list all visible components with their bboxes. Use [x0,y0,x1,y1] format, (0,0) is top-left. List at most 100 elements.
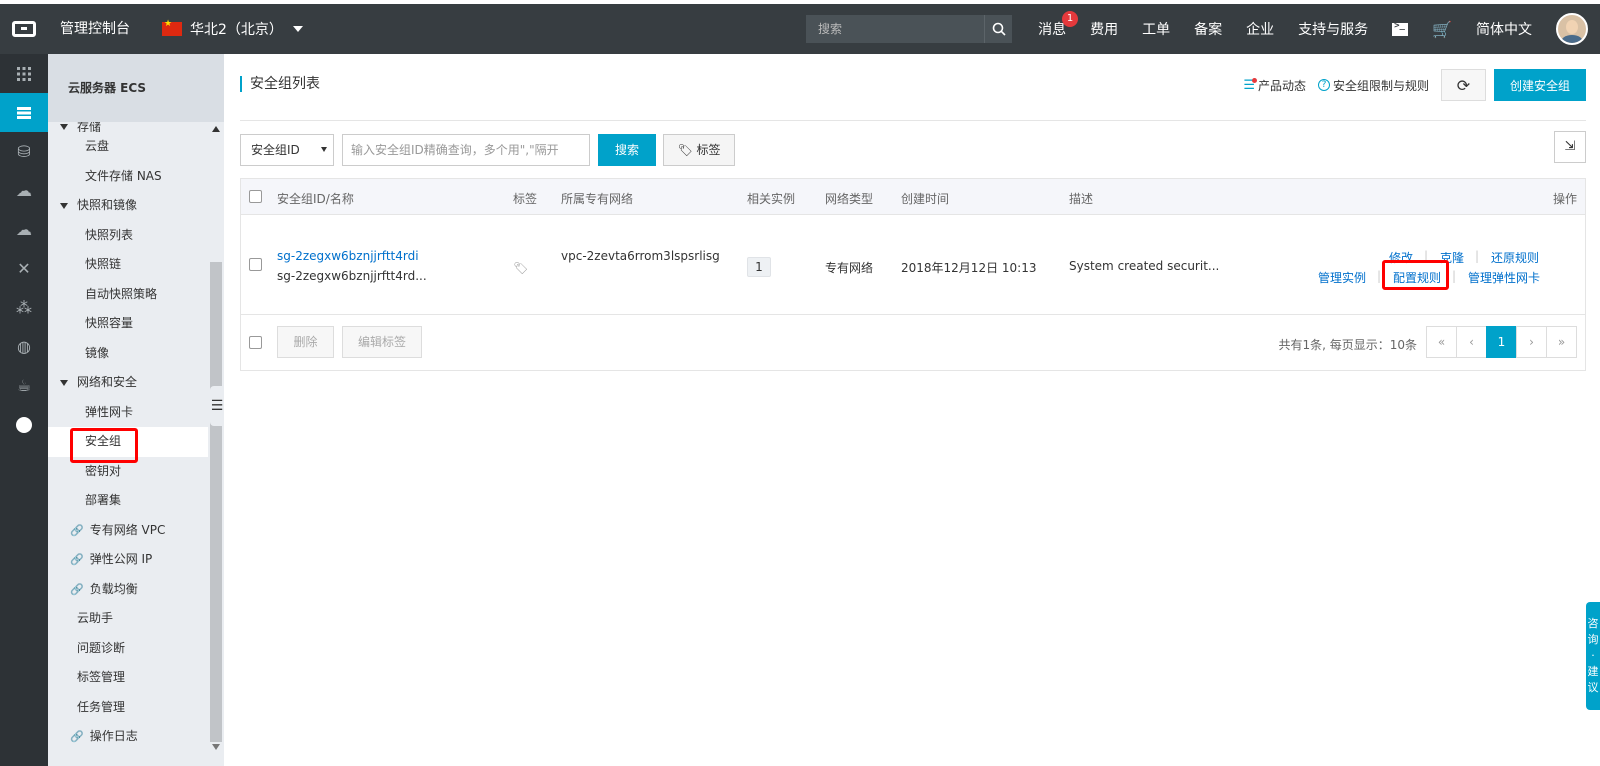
description: System created securit... [1069,259,1220,273]
refresh-button[interactable]: ⟳ [1441,69,1486,101]
sidebar-item-nas[interactable]: 文件存储 NAS [48,162,208,192]
sidebar-group-snapshots[interactable]: 快照和镜像 [48,191,208,221]
vpc-id[interactable]: vpc-2zevta6rrom3lspsrlisg [561,249,720,263]
sidebar-group-label: 存储 [77,122,102,132]
list-icon: ☰ [1243,77,1257,93]
sidebar-item-diagnosis[interactable]: 问题诊断 [48,634,208,664]
sidebar-group-label: 网络和安全 [77,375,138,389]
scrollbar-thumb[interactable] [210,262,222,742]
aliyun-logo-icon[interactable] [0,4,48,54]
message-count-badge: 1 [1062,11,1079,27]
circle-icon[interactable] [0,405,48,444]
export-button[interactable]: ⇲ [1554,131,1586,163]
cluster-icon[interactable]: ⁂ [0,288,48,327]
product-news-label: 产品动态 [1257,78,1306,93]
filter-field-select[interactable]: 安全组ID [240,134,334,166]
cup-icon[interactable]: ☕ [0,366,48,405]
sidebar-item-deployment-set[interactable]: 部署集 [48,486,208,516]
last-page-button[interactable]: » [1546,326,1577,358]
console-title[interactable]: 管理控制台 [60,4,130,54]
export-icon: ⇲ [1564,139,1576,154]
sidebar-item-task-management[interactable]: 任务管理 [48,693,208,723]
terminal-icon[interactable] [1392,21,1409,36]
security-group-query-input[interactable] [342,134,590,166]
tag-icon: 🏷 [677,143,693,157]
created-time: 2018年12月12日 10:13 [901,261,1037,275]
product-news-link[interactable]: ☰ 产品动态 [1243,77,1306,94]
prev-page-button[interactable]: ‹ [1456,326,1487,358]
col-instances: 相关实例 [747,192,796,206]
sidebar-item-snapshot-list[interactable]: 快照列表 [48,221,208,251]
col-tag: 标签 [513,192,538,206]
select-all-checkbox[interactable] [249,190,262,203]
language-selector[interactable]: 简体中文 [1476,19,1532,39]
sidebar-item-tag-management[interactable]: 标签管理 [48,663,208,693]
restore-rules-link[interactable]: 还原规则 [1491,249,1539,266]
nav-tickets[interactable]: 工单 [1142,19,1170,39]
sidebar-collapse-handle[interactable]: ☰ [210,386,224,426]
sidebar-item-vpc[interactable]: 🔗 专有网络 VPC [48,516,208,546]
network-icon[interactable]: ✕ [0,249,48,288]
expand-triangle-icon [60,379,68,386]
create-security-group-button[interactable]: 创建安全组 [1494,69,1586,101]
scroll-down-icon[interactable] [212,744,220,750]
sidebar-item-cloud-disk[interactable]: 云盘 [48,132,208,162]
sidebar-item-snapshot-capacity[interactable]: 快照容量 [48,309,208,339]
nav-messages[interactable]: 消息 1 [1038,11,1079,39]
nav-icp[interactable]: 备案 [1194,19,1222,39]
manage-eni-link[interactable]: 管理弹性网卡 [1468,269,1540,286]
sidebar-item-slb[interactable]: 🔗 负载均衡 [48,575,208,605]
region-selector[interactable]: 华北2（北京） [162,4,303,54]
tag-icon[interactable]: 🏷 [513,261,528,275]
edit-tags-button[interactable]: 编辑标签 [342,326,422,358]
sidebar-scrollbar[interactable] [210,122,222,766]
instance-count-badge[interactable]: 1 [747,257,771,277]
sidebar-group-network-security[interactable]: 网络和安全 [48,368,208,398]
sidebar-item-images[interactable]: 镜像 [48,339,208,369]
next-page-button[interactable]: › [1516,326,1547,358]
scroll-up-icon[interactable] [212,126,220,132]
delete-button[interactable]: 删除 [277,326,334,358]
table-row: sg-2zegxw6bznjjrftt4rdi sg-2zegxw6bznjjr… [241,215,1585,315]
manage-instances-link[interactable]: 管理实例 [1318,269,1366,286]
limits-link[interactable]: ? 安全组限制与规则 [1317,77,1429,94]
cloud-icon[interactable]: ☁ [0,171,48,210]
sidebar-group-storage[interactable]: 存储 [48,122,208,132]
tag-button-label: 标签 [696,143,721,157]
sidebar-item-eni[interactable]: 弹性网卡 [48,398,208,428]
row-checkbox[interactable] [249,258,262,271]
nav-support[interactable]: 支持与服务 [1298,19,1368,39]
sidebar-item-action-trail[interactable]: 🔗 操作日志 [48,722,208,752]
footer-select-all-checkbox[interactable] [249,336,262,349]
nav-billing[interactable]: 费用 [1090,19,1118,39]
cloud-upload-icon[interactable]: ☁ [0,210,48,249]
grid-icon[interactable] [0,54,48,93]
search-input[interactable] [806,15,984,43]
product-icon-bar: ⛁ ☁ ☁ ✕ ⁂ ◍ ☕ [0,54,48,766]
security-group-name: sg-2zegxw6bznjjrftt4rd... [277,269,427,283]
action-separator: | [1475,249,1480,263]
sidebar-item-auto-snapshot-policy[interactable]: 自动快照策略 [48,280,208,310]
filter-toolbar: 安全组ID 搜索 🏷 标签 ⇲ [240,131,1586,166]
security-group-id[interactable]: sg-2zegxw6bznjjrftt4rdi [277,249,419,263]
cart-icon[interactable]: 🛒 [1432,20,1452,39]
sidebar-item-eip[interactable]: 🔗 弹性公网 IP [48,545,208,575]
help-icon: ? [1317,79,1330,91]
feedback-float-button[interactable]: 咨询·建议 [1586,602,1600,710]
search-icon[interactable] [984,15,1012,43]
link-icon: 🔗 [70,553,84,566]
sidebar-item-snapshot-chain[interactable]: 快照链 [48,250,208,280]
sidebar-item-cloud-assistant[interactable]: 云助手 [48,604,208,634]
col-id-name: 安全组ID/名称 [277,192,354,206]
database-icon[interactable]: ⛁ [0,132,48,171]
avatar[interactable] [1556,13,1588,45]
tag-filter-button[interactable]: 🏷 标签 [663,134,735,166]
globe-icon[interactable]: ◍ [0,327,48,366]
link-icon: 🔗 [70,582,84,596]
nav-enterprise[interactable]: 企业 [1246,19,1274,39]
server-icon[interactable] [0,93,48,132]
main-content: 安全组列表 ☰ 产品动态 ? 安全组限制与规则 ⟳ 创建安全组 安全组ID 搜索… [240,54,1586,766]
first-page-button[interactable]: « [1426,326,1457,358]
page-1-button[interactable]: 1 [1486,326,1517,358]
search-button[interactable]: 搜索 [598,134,656,166]
